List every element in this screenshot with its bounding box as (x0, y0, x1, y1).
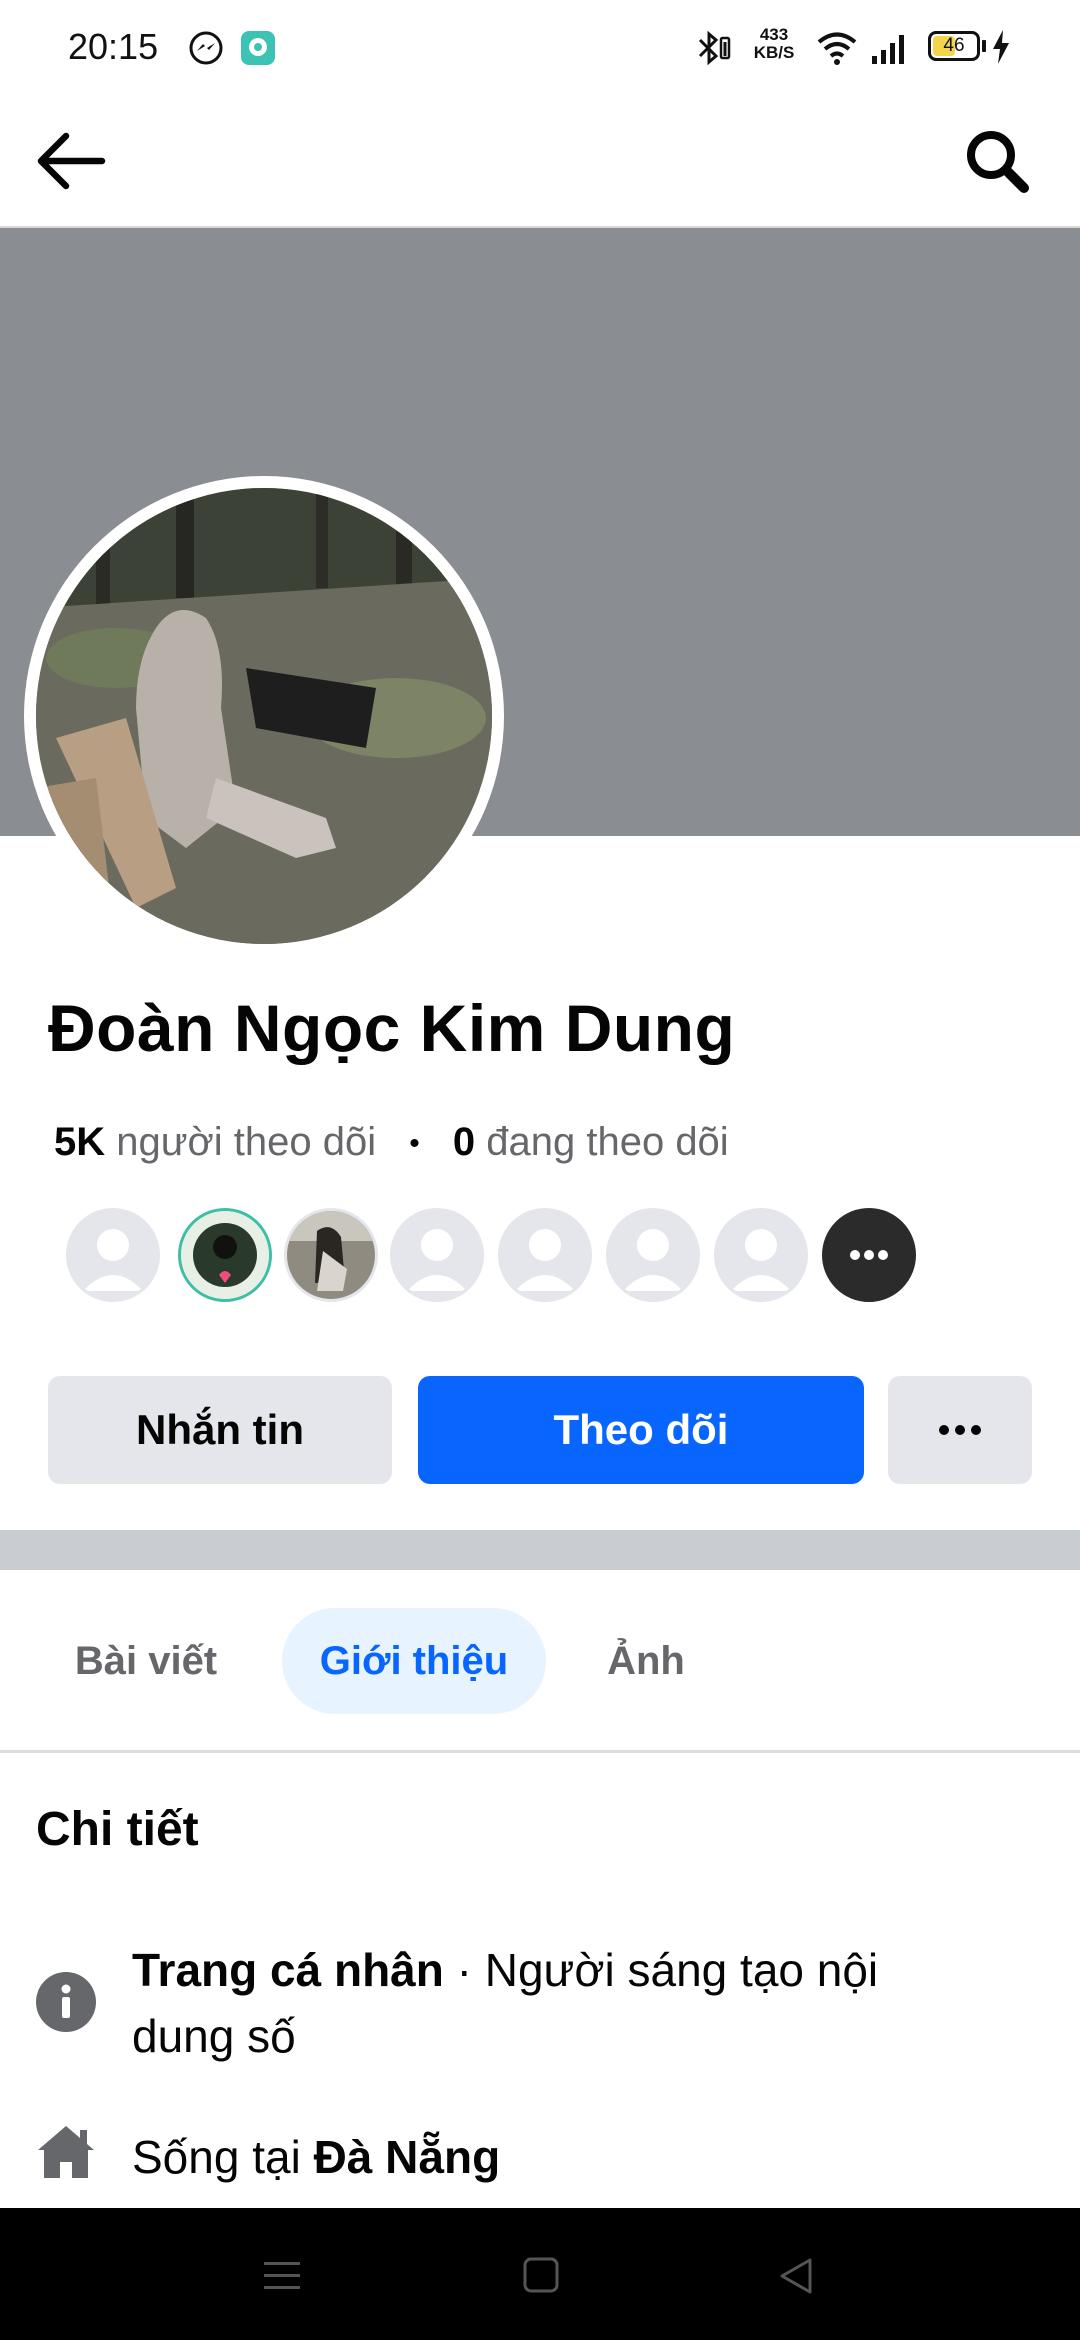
tab-photos[interactable]: Ảnh (586, 1608, 706, 1714)
stats-separator: • (409, 1127, 420, 1161)
lives-in: Sống tại Đà Nẵng (132, 2131, 501, 2183)
home-icon (38, 2126, 94, 2178)
search-icon[interactable] (962, 126, 1032, 196)
info-icon (36, 1972, 96, 2032)
battery-tip (982, 40, 986, 52)
back-arrow-icon[interactable] (34, 126, 108, 196)
followers-label: người theo dõi (116, 1120, 377, 1164)
message-button[interactable]: Nhắn tin (48, 1376, 392, 1484)
bluetooth-icon (698, 30, 731, 66)
following-count: 0 (452, 1120, 476, 1164)
app-notification-icon (241, 31, 275, 65)
profile-name: Đoàn Ngọc Kim Dung (48, 991, 736, 1065)
follower-avatar[interactable] (498, 1208, 592, 1302)
follower-avatar[interactable] (606, 1208, 700, 1302)
menu-nav-icon[interactable] (262, 2258, 302, 2294)
back-nav-icon[interactable] (776, 2256, 816, 2296)
battery-icon: 46 (928, 31, 980, 61)
following-label: đang theo dõi (486, 1120, 729, 1164)
tabs-divider (0, 1750, 1080, 1753)
section-divider (0, 1530, 1080, 1570)
profile-category: Trang cá nhân · Người sáng tạo nội dung … (132, 1944, 879, 2062)
followers-count: 5K (54, 1120, 106, 1164)
more-dots-icon (939, 1425, 981, 1435)
wifi-icon (817, 32, 857, 65)
follower-avatar[interactable] (66, 1208, 160, 1302)
follower-avatar[interactable] (714, 1208, 808, 1302)
top-app-bar (0, 96, 1080, 228)
charging-icon (993, 30, 1009, 64)
more-dots-icon (825, 1211, 913, 1299)
follower-avatar[interactable] (390, 1208, 484, 1302)
status-time: 20:15 (68, 26, 159, 67)
more-followers-button[interactable] (822, 1208, 916, 1302)
follow-button[interactable]: Theo dõi (418, 1376, 864, 1484)
follow-stats[interactable]: 5K người theo dõi • 0 đang theo dõi (54, 1120, 729, 1165)
follower-avatar[interactable] (284, 1208, 378, 1302)
follower-avatar[interactable] (178, 1208, 272, 1302)
signal-icon (872, 35, 904, 64)
network-speed: 433 KB/S (753, 25, 795, 62)
tab-about[interactable]: Giới thiệu (282, 1608, 546, 1714)
more-options-button[interactable] (888, 1376, 1032, 1484)
messenger-icon (189, 31, 223, 65)
system-nav-bar (0, 2208, 1080, 2340)
tab-posts[interactable]: Bài viết (56, 1608, 236, 1714)
details-title: Chi tiết (36, 1803, 199, 1856)
status-bar: 20:15 433 KB/S 46 (0, 0, 1080, 96)
home-nav-icon[interactable] (522, 2256, 560, 2294)
profile-avatar[interactable] (36, 488, 492, 944)
